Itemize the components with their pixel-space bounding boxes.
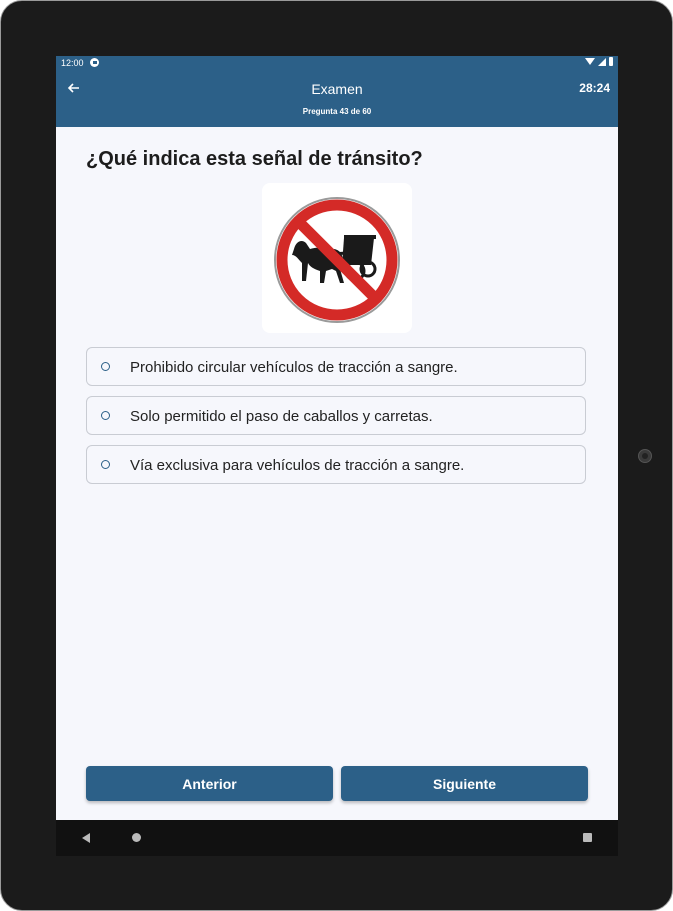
camera-icon (638, 449, 652, 463)
no-horse-carriage-sign-icon (274, 197, 400, 323)
signal-icon (598, 57, 606, 66)
wifi-icon (585, 58, 595, 65)
system-nav-bar (56, 820, 618, 856)
exam-timer: 28:24 (579, 81, 610, 95)
status-bar: 12:00 (56, 56, 618, 70)
answer-option-label: Vía exclusiva para vehículos de tracción… (130, 457, 465, 474)
answer-option-2[interactable]: Solo permitido el paso de caballos y car… (86, 396, 586, 435)
answer-option-1[interactable]: Prohibido circular vehículos de tracción… (86, 347, 586, 386)
nav-recents-icon[interactable] (583, 833, 592, 842)
status-icons (585, 57, 613, 66)
battery-icon (609, 57, 613, 66)
traffic-sign-image (262, 183, 412, 333)
radio-button[interactable] (101, 362, 110, 371)
notification-icon (90, 58, 99, 67)
radio-button[interactable] (101, 411, 110, 420)
previous-button[interactable]: Anterior (86, 766, 333, 801)
page-title: Examen (311, 81, 363, 97)
radio-button[interactable] (101, 460, 110, 469)
answer-option-3[interactable]: Vía exclusiva para vehículos de tracción… (86, 445, 586, 484)
question-text: ¿Qué indica esta señal de tránsito? (86, 148, 423, 170)
next-button[interactable]: Siguiente (341, 766, 588, 801)
answer-option-label: Solo permitido el paso de caballos y car… (130, 408, 433, 425)
app-bar: Examen 28:24 Pregunta 43 de 60 (56, 70, 618, 127)
nav-back-icon[interactable] (82, 833, 90, 843)
question-counter: Pregunta 43 de 60 (302, 107, 372, 116)
nav-home-icon[interactable] (132, 833, 141, 842)
status-time: 12:00 (61, 58, 84, 68)
answer-option-label: Prohibido circular vehículos de tracción… (130, 359, 458, 376)
screen: 12:00 Examen 28:24 Pregunta 43 de 60 ¿Qu… (56, 56, 618, 856)
